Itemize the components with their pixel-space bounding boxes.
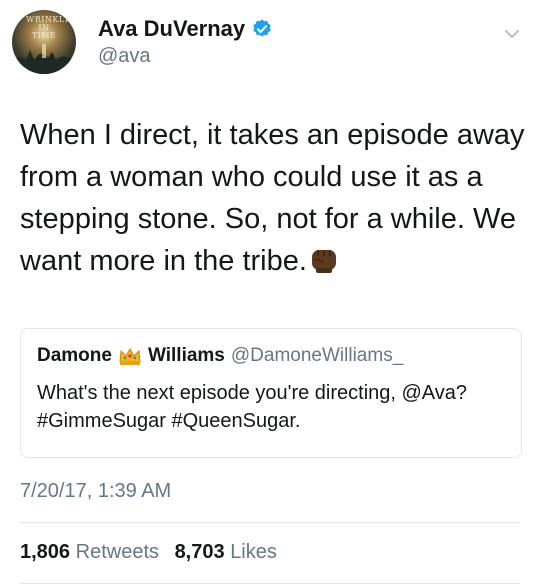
raised-fist-emoji [311,250,336,273]
retweets-stat[interactable]: 1,806 Retweets [20,541,165,563]
chevron-down-icon[interactable] [504,26,520,42]
retweets-count: 1,806 [20,541,71,563]
quoted-handle: @DamoneWilliams_ [230,345,404,366]
quoted-tweet-text: What's the next episode you're directing… [37,382,468,432]
user-handle[interactable]: @ava [98,45,151,68]
tweet-timestamp[interactable]: 7/20/17, 1:39 AM [20,480,171,503]
avatar-figures-graphic [12,44,76,74]
quoted-tweet[interactable]: Damone Williams @DamoneWilliams_ What's … [20,328,522,458]
avatar[interactable]: WRINKLE IN TIME [12,10,76,74]
user-name-row: Ava DuVernay [98,16,273,42]
divider-bottom [20,583,520,584]
avatar-poster-text: WRINKLE IN TIME [26,15,72,40]
quoted-tweet-header: Damone Williams @DamoneWilliams_ [37,345,403,367]
likes-count: 8,703 [174,541,225,563]
quoted-name-last: Williams [147,345,225,366]
verified-badge-icon [253,19,271,37]
divider-top [20,522,520,523]
tweet-text: When I direct, it takes an episode away … [20,114,525,282]
tweet-text-content: When I direct, it takes an episode away … [20,119,525,277]
engagement-stats: 1,806 Retweets 8,703 Likes [20,541,277,564]
retweets-label: Retweets [75,541,159,563]
tweet-card: WRINKLE IN TIME Ava DuVernay @ava When I… [0,0,540,586]
display-name[interactable]: Ava DuVernay [98,16,245,42]
quoted-name-first: Damone [37,345,112,366]
crown-emoji [119,347,141,365]
likes-stat[interactable]: 8,703 Likes [175,541,277,563]
likes-label: Likes [230,541,277,563]
